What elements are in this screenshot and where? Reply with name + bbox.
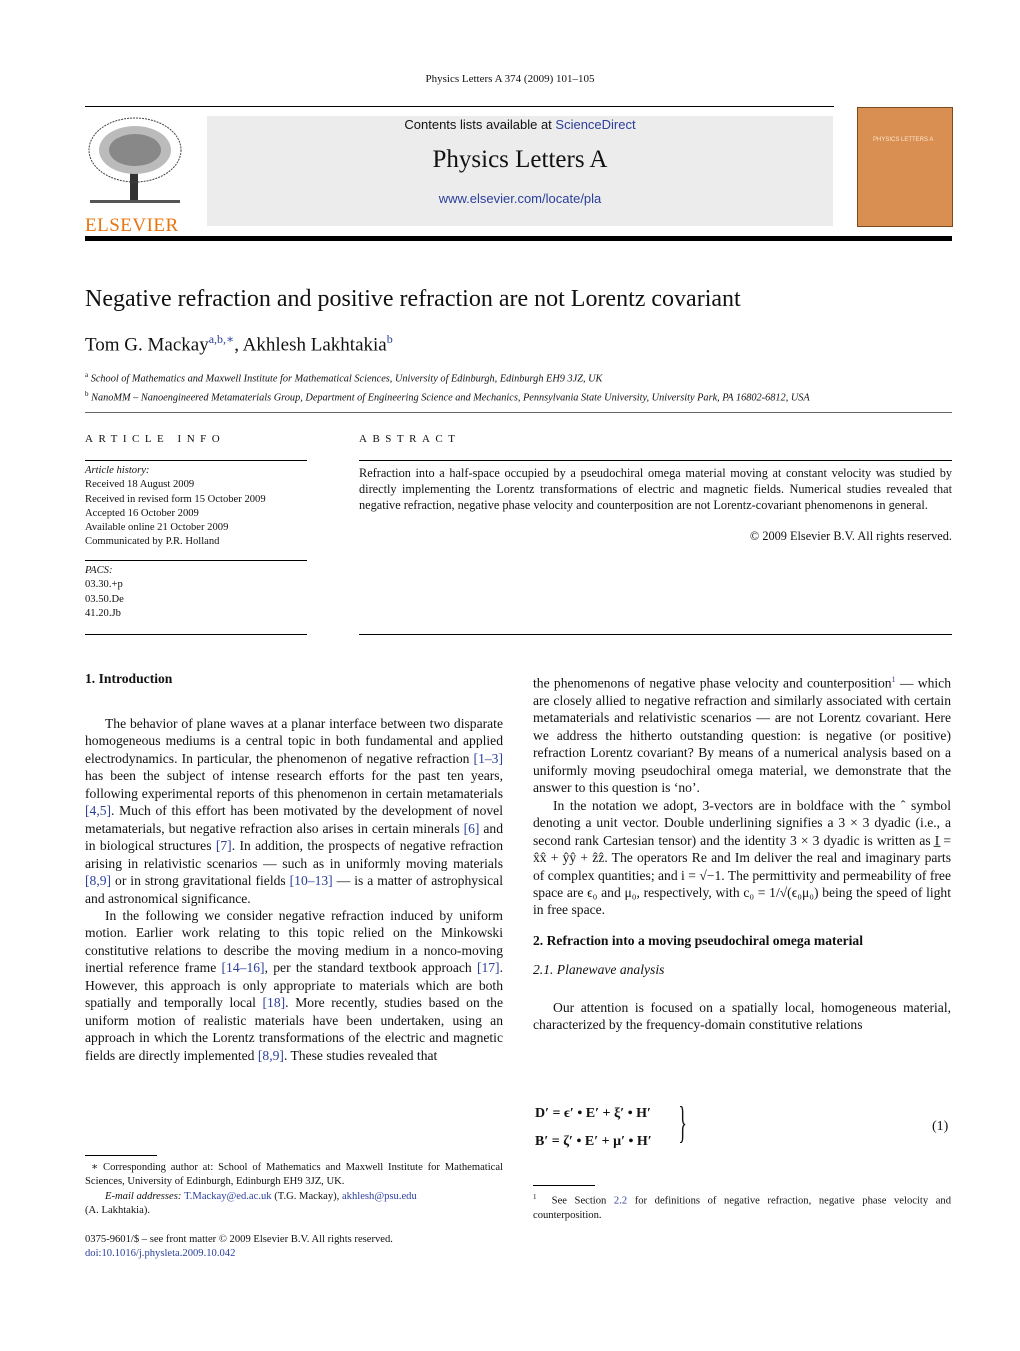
section-heading-2: 2. Refraction into a moving pseudochiral…	[533, 932, 863, 948]
publisher-name: ELSEVIER	[85, 215, 179, 236]
citation-link[interactable]: [7]	[216, 838, 232, 853]
pacs-label: PACS:	[85, 565, 113, 576]
subsection-heading: 2.1. Planewave analysis	[533, 961, 665, 977]
citation-link[interactable]: [8,9]	[258, 1048, 284, 1063]
pacs-code: 03.50.De	[85, 593, 124, 605]
elsevier-tree-icon	[88, 117, 182, 203]
text-run: or in strong gravitational fields	[111, 873, 290, 889]
email-link[interactable]: akhlesh@psu.edu	[342, 1191, 417, 1202]
elsevier-logo: ELSEVIER	[85, 115, 185, 236]
text-run: In the notation we adopt, 3-vectors are …	[533, 797, 951, 918]
footnote-number: 1	[533, 1193, 537, 1201]
citation-link[interactable]: [8,9]	[85, 873, 111, 888]
footnote-text: See Section	[551, 1195, 614, 1207]
text-run: the phenomenons of negative phase veloci…	[533, 675, 892, 691]
history-item: Received in revised form 15 October 2009	[85, 493, 266, 505]
contents-text: Contents lists available at	[404, 117, 556, 132]
footnote-corresponding: ∗ Corresponding author at: School of Mat…	[85, 1161, 503, 1218]
abstract-heading: ABSTRACT	[359, 433, 461, 445]
doi-link[interactable]: doi:10.1016/j.physleta.2009.10.042	[85, 1248, 235, 1259]
journal-reference: Physics Letters A 374 (2009) 101–105	[425, 73, 595, 85]
citation-link[interactable]: [6]	[464, 821, 480, 836]
history-item: Received 18 August 2009	[85, 479, 195, 491]
history-item: Available online 21 October 2009	[85, 522, 229, 534]
email-owner: (T.G. Mackay),	[271, 1190, 342, 1202]
paragraph: the phenomenons of negative phase veloci…	[533, 671, 951, 797]
email-owner: (A. Lakhtakia).	[85, 1204, 151, 1216]
sciencedirect-link[interactable]: ScienceDirect	[555, 117, 635, 132]
authors: Tom G. Mackaya,b,∗, Akhlesh Lakhtakiab	[85, 332, 393, 356]
text-run: The behavior of plane waves at a planar …	[85, 716, 503, 766]
email-link[interactable]: T.Mackay@ed.ac.uk	[184, 1191, 272, 1202]
equation-line: B′ = ζ′ • E′ + μ′ • H′	[535, 1134, 652, 1149]
text-run: has been the subject of intense research…	[85, 768, 503, 801]
section-heading-introduction: 1. Introduction	[85, 671, 173, 686]
abstract-text: Refraction into a half-space occupied by…	[359, 466, 952, 512]
pacs-code: 03.30.+p	[85, 579, 123, 591]
email-label: E-mail addresses:	[105, 1190, 185, 1202]
citation-link[interactable]: [17]	[477, 960, 500, 975]
text-run: Our attention is focused on a spatially …	[533, 999, 951, 1033]
citation-link[interactable]: [1–3]	[474, 751, 503, 766]
affiliations: a School of Mathematics and Maxwell Inst…	[85, 368, 810, 406]
author-affiliation-mark[interactable]: a,b,∗	[209, 332, 234, 346]
footnote-1: 1 See Section 2.2 for definitions of neg…	[533, 1190, 951, 1223]
article-history: Article history: Received 18 August 2009…	[85, 464, 307, 550]
left-column: 1. Introduction The behavior of plane wa…	[85, 671, 503, 1064]
paragraph: In the notation we adopt, 3-vectors are …	[533, 797, 951, 919]
text-run: . These studies revealed that	[283, 1047, 438, 1063]
journal-url-link[interactable]: www.elsevier.com/locate/pla	[439, 191, 602, 206]
history-label: Article history:	[85, 465, 150, 476]
equation-1: D′ = ϵ′ • E′ + ξ′ • H′ B′ = ζ′ • E′ + μ′…	[535, 1100, 652, 1156]
author-name: Akhlesh Lakhtakia	[242, 334, 387, 356]
history-item: Accepted 16 October 2009	[85, 507, 199, 519]
history-item: Communicated by P.R. Holland	[85, 536, 220, 548]
equation-number: (1)	[932, 1119, 949, 1134]
paragraph: In the following we consider negative re…	[85, 907, 503, 1064]
affiliation-a: a School of Mathematics and Maxwell Inst…	[85, 371, 603, 385]
corresponding-author-note: ∗ Corresponding author at: School of Mat…	[85, 1162, 503, 1188]
pacs-code: 41.20.Jb	[85, 607, 121, 619]
cover-title: PHYSICS LETTERS A	[873, 137, 934, 143]
pacs: PACS: 03.30.+p 03.50.De 41.20.Jb	[85, 564, 124, 621]
text-run: . Much of this effort has been motivated…	[85, 803, 503, 836]
citation-link[interactable]: [14–16]	[222, 960, 265, 975]
citation-link[interactable]: [10–13]	[290, 873, 333, 888]
text-run: , per the standard textbook approach	[264, 960, 477, 976]
text-run: — which are closely allied to negative r…	[533, 675, 951, 796]
section-link[interactable]: 2.2	[614, 1196, 627, 1207]
citation-link[interactable]: [18]	[263, 995, 286, 1010]
citation-link[interactable]: [4,5]	[85, 803, 111, 818]
brace-icon: }	[678, 1098, 687, 1147]
paragraph: The behavior of plane waves at a planar …	[85, 715, 503, 907]
journal-banner: Contents lists available at ScienceDirec…	[207, 116, 833, 226]
front-matter: 0375-9601/$ – see front matter © 2009 El…	[85, 1233, 393, 1262]
affiliation-b: b NanoMM – Nanoengineered Metamaterials …	[85, 389, 810, 404]
author-name: Tom G. Mackay	[85, 334, 209, 356]
author-affiliation-mark[interactable]: b	[387, 332, 393, 346]
right-column: the phenomenons of negative phase veloci…	[533, 671, 951, 1034]
article-info-heading: ARTICLE INFO	[85, 433, 226, 445]
article-title: Negative refraction and positive refract…	[85, 286, 741, 312]
journal-cover: PHYSICS LETTERS A	[857, 107, 953, 227]
issn-line: 0375-9601/$ – see front matter © 2009 El…	[85, 1234, 393, 1245]
paragraph: Our attention is focused on a spatially …	[533, 999, 951, 1034]
journal-title: Physics Letters A	[432, 146, 608, 173]
abstract-copyright: © 2009 Elsevier B.V. All rights reserved…	[749, 529, 952, 543]
equation-line: D′ = ϵ′ • E′ + ξ′ • H′	[535, 1106, 651, 1121]
page: Physics Letters A 374 (2009) 101–105 ELS…	[0, 0, 1020, 1351]
